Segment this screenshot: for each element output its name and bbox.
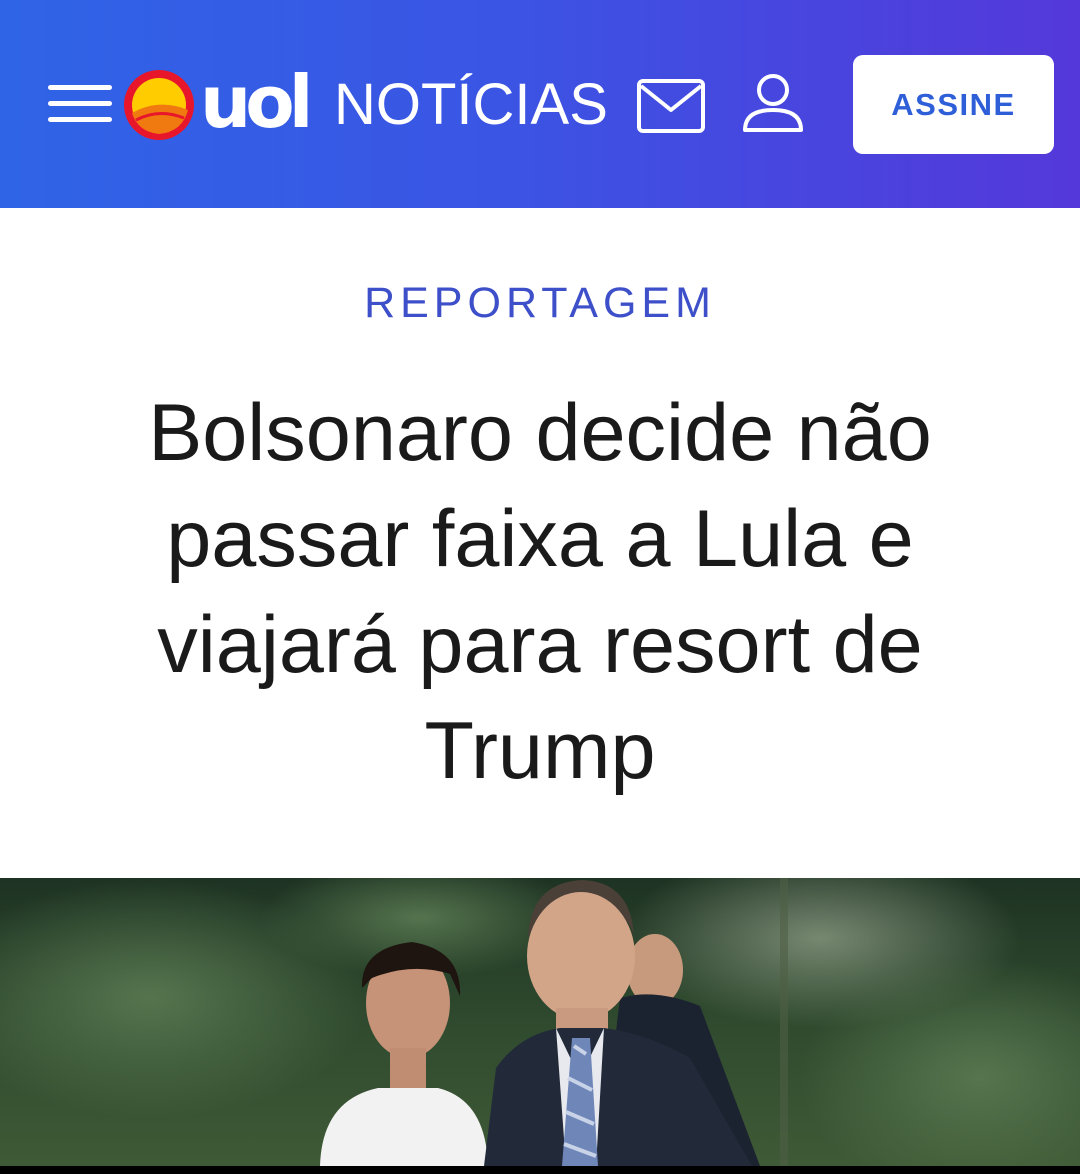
uol-logo-text[interactable]: uol: [200, 62, 313, 142]
site-header: uol NOTÍCIAS ASSINE: [0, 0, 1080, 208]
article-headline: Bolsonaro decide não passar faixa a Lula…: [148, 388, 932, 796]
section-name[interactable]: NOTÍCIAS: [334, 72, 608, 138]
uol-sun-logo-icon[interactable]: [122, 68, 196, 142]
user-icon[interactable]: [740, 72, 806, 134]
news-photo-scene: [0, 878, 1080, 1166]
bottom-edge: [0, 1166, 1080, 1174]
article-kicker[interactable]: REPORTAGEM: [0, 274, 1080, 332]
subscribe-button[interactable]: ASSINE: [853, 55, 1054, 154]
page: uol NOTÍCIAS ASSINE REPORTAGEM Bolsonaro…: [0, 0, 1080, 1174]
hamburger-menu-icon[interactable]: [48, 83, 112, 125]
news-photo[interactable]: [0, 878, 1080, 1166]
envelope-icon[interactable]: [636, 78, 706, 134]
